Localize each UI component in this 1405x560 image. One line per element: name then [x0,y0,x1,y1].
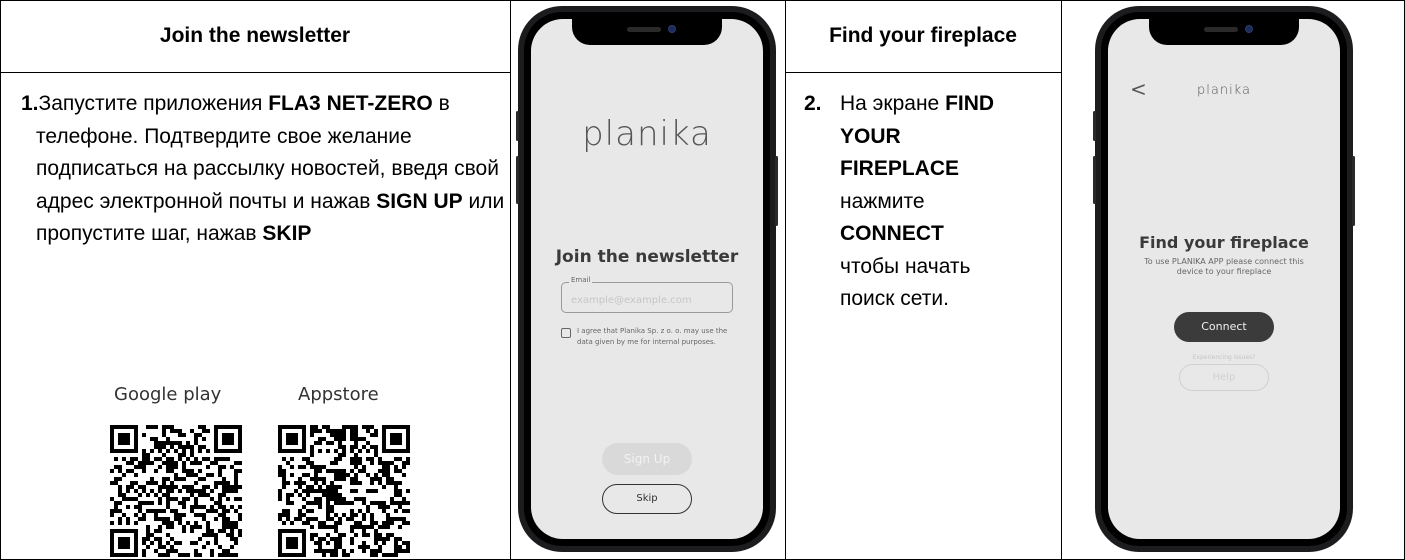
signup-button[interactable]: Sign Up [602,443,692,475]
phone-screen: planika Join the newsletter Email exampl… [531,19,763,539]
phone-notch [572,19,722,45]
issues-text: Experiencing issues? [1192,354,1256,361]
col3-step-number: 2. [804,92,822,115]
col3-title: Find your fireplace [829,24,1017,47]
find-fireplace-heading: Find your fireplace [1139,233,1309,252]
step-number: 1. [21,92,39,115]
col3-step-text: На экране FIND YOUR FIREPLACE нажмите CO… [840,92,995,310]
newsletter-heading: Join the newsletter [555,247,739,267]
planika-logo: planika [582,114,712,154]
phone-notch [1149,19,1299,45]
connect-button[interactable]: Connect [1174,312,1274,342]
planika-logo: planika [1197,83,1251,98]
row-divider-col1 [0,72,510,73]
email-placeholder: example@example.com [571,295,692,306]
table-border-top [0,0,1405,1]
connect-instructions: To use PLANIKA APP please connect this d… [1144,257,1304,276]
table-border-left [0,0,1,560]
qr-code-appstore[interactable] [278,425,410,557]
qr-apple-label: Appstore [298,384,379,405]
consent-text: I agree that Planika Sp. z o. o. may use… [577,327,728,346]
column-divider-1 [510,0,511,560]
qr-google-label: Google play [114,384,222,405]
skip-button[interactable]: Skip [602,484,692,514]
column-divider-2 [785,0,786,560]
col1-step-text: 1.Запустите приложения FLA3 NET-ZERO в т… [21,92,505,245]
phone-mockup-newsletter: planika Join the newsletter Email exampl… [516,6,778,552]
consent-checkbox[interactable] [561,328,571,338]
row-divider-col3 [785,72,1061,73]
help-button[interactable]: Help [1179,364,1269,391]
phone-screen: < planika Find your fireplace To use PLA… [1108,19,1340,539]
column-divider-3 [1061,0,1062,560]
email-field[interactable]: Email example@example.com [561,276,733,313]
phone-mockup-find-fireplace: < planika Find your fireplace To use PLA… [1093,6,1355,552]
qr-code-google-play[interactable] [110,425,242,557]
col1-title: Join the newsletter [159,24,351,47]
